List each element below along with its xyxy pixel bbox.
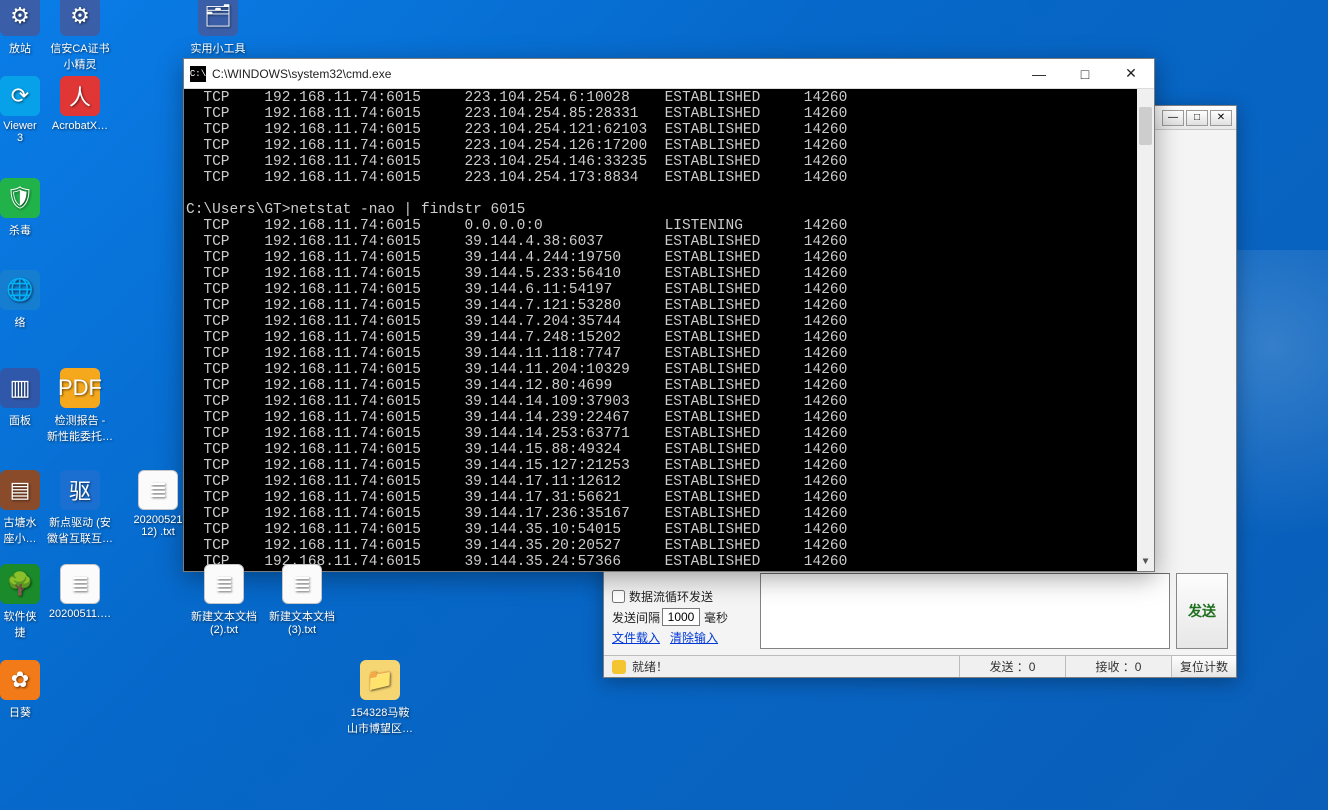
desktop-icon-label: 20200521 12) .txt bbox=[120, 514, 196, 538]
desktop-icon-a3[interactable]: 🌐络 bbox=[0, 270, 58, 330]
cmd-scrollbar[interactable]: ▲ ▼ bbox=[1137, 89, 1154, 571]
reset-count-button[interactable]: 复位计数 bbox=[1171, 656, 1236, 677]
pdfy-icon: PDF bbox=[60, 368, 100, 408]
desktop-icon-a7[interactable]: ✿ 日葵 bbox=[0, 660, 58, 720]
panel-icon: ▥ bbox=[0, 368, 40, 408]
folder-icon: 📁 bbox=[360, 660, 400, 700]
desktop-icon-label: 20200511.… bbox=[42, 608, 118, 620]
tv-icon: ⟳ bbox=[0, 76, 40, 116]
status-ready: 就绪！ bbox=[604, 658, 959, 675]
desktop-icon-b4[interactable]: PDF 检测报告 - 新性能委托… bbox=[42, 368, 118, 444]
desktop-icon-b5[interactable]: 驱新点驱动 (安 徽省互联互… bbox=[42, 470, 118, 546]
serial-minimize-button[interactable]: — bbox=[1162, 110, 1184, 126]
serial-maximize-button[interactable]: □ bbox=[1186, 110, 1208, 126]
txt-icon: ≣ bbox=[204, 564, 244, 604]
cmd-icon: C:\ bbox=[190, 66, 206, 82]
settings-icon: ⚙ bbox=[60, 0, 100, 36]
desktop-icon-label: 新建文本文档 (3).txt bbox=[264, 608, 340, 636]
serial-send-options: 数据流循环发送 发送间隔 毫秒 文件载入 清除输入 bbox=[612, 585, 752, 649]
serial-send-textarea[interactable] bbox=[760, 573, 1170, 649]
desktop-icon-label: 新点驱动 (安 徽省互联互… bbox=[42, 514, 118, 546]
flower-icon: ✿ bbox=[0, 660, 40, 700]
tree-icon: 🌳 bbox=[0, 564, 40, 604]
desktop-icon-d0[interactable]: 🗂 实用小工具 bbox=[180, 0, 256, 56]
cmd-close-button[interactable]: ✕ bbox=[1108, 59, 1154, 89]
scroll-down-icon[interactable]: ▼ bbox=[1137, 554, 1154, 571]
shield-icon: 🛡 bbox=[0, 178, 40, 218]
interval-input[interactable] bbox=[662, 608, 700, 626]
cmd-maximize-button[interactable]: □ bbox=[1062, 59, 1108, 89]
txt-icon: ≣ bbox=[282, 564, 322, 604]
ready-icon bbox=[612, 660, 626, 674]
desktop-icon-label: 新建文本文档 (2).txt bbox=[186, 608, 262, 636]
status-ready-text: 就绪！ bbox=[632, 658, 668, 675]
desktop-icon-b0[interactable]: ⚙ 信安CA证书 小精灵 bbox=[42, 0, 118, 72]
interval-unit: 毫秒 bbox=[704, 609, 728, 626]
rar-icon: ▤ bbox=[0, 470, 40, 510]
desktop-icon-label: 信安CA证书 小精灵 bbox=[42, 40, 118, 72]
serial-statusbar: 就绪！ 发送 ：0 接收 ：0 复位计数 bbox=[604, 655, 1236, 677]
desktop-icon-label: 络 bbox=[0, 314, 58, 330]
cmd-window: C:\ C:\WINDOWS\system32\cmd.exe — □ ✕ TC… bbox=[183, 58, 1155, 572]
cmd-text: TCP 192.168.11.74:6015 223.104.254.6:100… bbox=[186, 90, 1152, 570]
desktop-icon-a2[interactable]: 🛡 杀毒 bbox=[0, 178, 58, 238]
clear-input-link[interactable]: 清除输入 bbox=[670, 629, 718, 646]
desktop-icon-label: 日葵 bbox=[0, 704, 58, 720]
globe-icon: 🌐 bbox=[0, 270, 40, 310]
desktop-icon-d6[interactable]: ≣ 新建文本文档 (2).txt bbox=[186, 564, 262, 636]
loop-send-checkbox[interactable] bbox=[612, 590, 625, 603]
desktop-icon-label: AcrobatX… bbox=[42, 120, 118, 132]
txt-icon: ≣ bbox=[138, 470, 178, 510]
pdf-icon: 人 bbox=[60, 76, 100, 116]
file-load-link[interactable]: 文件载入 bbox=[612, 629, 660, 646]
cmd-title: C:\WINDOWS\system32\cmd.exe bbox=[212, 67, 1016, 81]
drv-icon: 驱 bbox=[60, 470, 100, 510]
txt-icon: ≣ bbox=[60, 564, 100, 604]
interval-label: 发送间隔 bbox=[612, 609, 660, 626]
desktop-icon-label: 154328马鞍 山市博望区… bbox=[342, 704, 418, 736]
tools-icon: 🗂 bbox=[198, 0, 238, 36]
serial-send-button[interactable]: 发送 bbox=[1176, 573, 1228, 649]
status-rx: 接收 ：0 bbox=[1065, 656, 1171, 677]
desktop-icon-label: 检测报告 - 新性能委托… bbox=[42, 412, 118, 444]
loop-send-label: 数据流循环发送 bbox=[629, 588, 713, 605]
desktop-icon-label: 实用小工具 bbox=[180, 40, 256, 56]
desktop-icon-f7[interactable]: 📁 154328马鞍 山市博望区… bbox=[342, 660, 418, 736]
cmd-output[interactable]: TCP 192.168.11.74:6015 223.104.254.6:100… bbox=[184, 89, 1154, 571]
desktop-icon-e6[interactable]: ≣ 新建文本文档 (3).txt bbox=[264, 564, 340, 636]
serial-close-button[interactable]: ✕ bbox=[1210, 110, 1232, 126]
desktop-icon-label: 杀毒 bbox=[0, 222, 58, 238]
scroll-thumb[interactable] bbox=[1139, 107, 1152, 145]
desktop-icon-c5[interactable]: ≣ 20200521 12) .txt bbox=[120, 470, 196, 538]
settings-icon: ⚙ bbox=[0, 0, 40, 36]
desktop-icon-b6[interactable]: ≣ 20200511.… bbox=[42, 564, 118, 620]
status-tx: 发送 ：0 bbox=[959, 656, 1065, 677]
desktop-icon-b1[interactable]: 人 AcrobatX… bbox=[42, 76, 118, 132]
cmd-minimize-button[interactable]: — bbox=[1016, 59, 1062, 89]
cmd-titlebar[interactable]: C:\ C:\WINDOWS\system32\cmd.exe — □ ✕ bbox=[184, 59, 1154, 89]
